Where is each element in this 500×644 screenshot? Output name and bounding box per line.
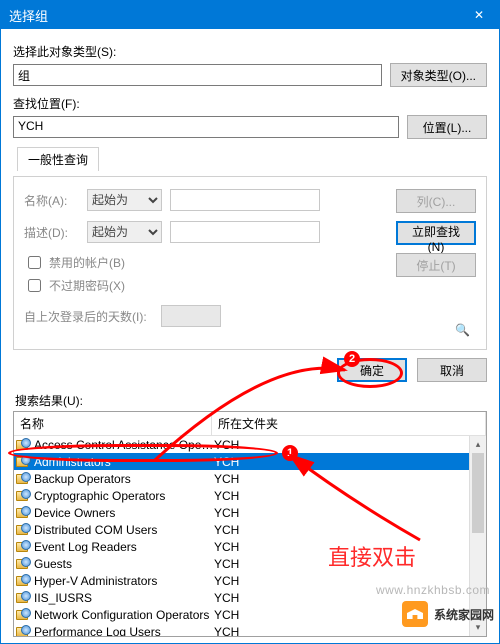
location-label: 查找位置(F): <box>13 95 487 112</box>
group-icon <box>16 574 32 588</box>
cell-name: Device Owners <box>34 506 214 520</box>
nonexpiring-pw-checkbox[interactable]: 不过期密码(X) <box>24 276 386 295</box>
close-button[interactable]: ✕ <box>459 1 499 29</box>
disabled-accounts-box[interactable] <box>28 256 41 269</box>
columns-button[interactable]: 列(C)... <box>396 189 476 213</box>
group-icon <box>16 540 32 554</box>
group-icon <box>16 608 32 622</box>
days-since-input[interactable] <box>161 305 221 327</box>
scroll-up-button[interactable]: ▴ <box>470 436 486 453</box>
common-queries-panel: 名称(A): 起始为 描述(D): 起始为 禁用的帐户(B) <box>13 176 487 350</box>
tab-common-queries[interactable]: 一般性查询 <box>17 147 99 171</box>
titlebar: 选择组 ✕ <box>1 1 499 29</box>
group-icon <box>16 557 32 571</box>
group-icon <box>16 591 32 605</box>
search-icon: 🔍 <box>396 323 476 337</box>
name-match-select[interactable]: 起始为 <box>87 189 162 211</box>
group-icon <box>16 523 32 537</box>
stop-button[interactable]: 停止(T) <box>396 253 476 277</box>
desc-field-label: 描述(D): <box>24 224 79 241</box>
group-icon <box>16 489 32 503</box>
location-field[interactable]: YCH <box>13 116 399 138</box>
object-type-field[interactable]: 组 <box>13 64 382 86</box>
days-since-label: 自上次登录后的天数(I): <box>24 308 147 325</box>
cell-name: IIS_IUSRS <box>34 591 214 605</box>
annotation-text: 直接双击 <box>328 540 416 572</box>
nonexpiring-pw-box[interactable] <box>28 279 41 292</box>
find-now-button[interactable]: 立即查找(N) <box>396 221 476 245</box>
group-icon <box>16 472 32 486</box>
cell-name: Distributed COM Users <box>34 523 214 537</box>
cell-name: Event Log Readers <box>34 540 214 554</box>
name-input[interactable] <box>170 189 320 211</box>
desc-match-select[interactable]: 起始为 <box>87 221 162 243</box>
tab-header: 一般性查询 <box>13 146 487 170</box>
disabled-accounts-label: 禁用的帐户(B) <box>49 254 125 271</box>
object-types-button[interactable]: 对象类型(O)... <box>390 63 487 87</box>
nonexpiring-pw-label: 不过期密码(X) <box>49 277 125 294</box>
cell-name: Guests <box>34 557 214 571</box>
desc-input[interactable] <box>170 221 320 243</box>
close-icon: ✕ <box>474 8 484 22</box>
object-type-label: 选择此对象类型(S): <box>13 43 487 60</box>
watermark-text: 系统家园网 <box>434 606 494 623</box>
locations-button[interactable]: 位置(L)... <box>407 115 487 139</box>
group-icon <box>16 455 32 469</box>
cell-name: Hyper-V Administrators <box>34 574 214 588</box>
cell-name: Cryptographic Operators <box>34 489 214 503</box>
cancel-button[interactable]: 取消 <box>417 358 487 382</box>
group-icon <box>16 625 32 637</box>
cell-name: Backup Operators <box>34 472 214 486</box>
name-field-label: 名称(A): <box>24 192 79 209</box>
watermark-url: www.hnzkhbsb.com <box>376 583 490 597</box>
scroll-thumb[interactable] <box>472 453 484 533</box>
watermark: 系统家园网 <box>402 601 494 627</box>
cell-name: Network Configuration Operators <box>34 608 214 622</box>
disabled-accounts-checkbox[interactable]: 禁用的帐户(B) <box>24 253 386 272</box>
watermark-logo-icon <box>402 601 428 627</box>
dialog-title: 选择组 <box>9 6 48 25</box>
cell-name: Performance Log Users <box>34 625 214 637</box>
group-icon <box>16 506 32 520</box>
group-icon <box>16 438 32 452</box>
